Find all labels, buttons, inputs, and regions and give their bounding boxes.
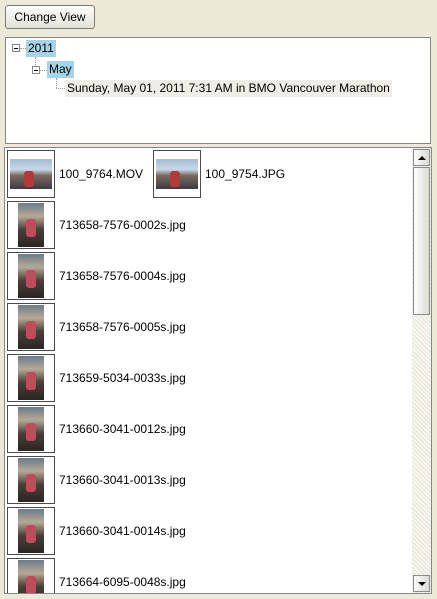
file-rows: 100_9764.MOV 100_9754.JPG 713658-7576-00… xyxy=(5,148,412,593)
photo-thumbnail-icon xyxy=(7,200,55,249)
tree-connector xyxy=(56,78,57,88)
photo-thumbnail-icon xyxy=(7,353,55,402)
list-row: 713660-3041-0012s.jpg xyxy=(5,403,412,454)
media-file-list[interactable]: 100_9764.MOV 100_9754.JPG 713658-7576-00… xyxy=(4,147,432,594)
list-item[interactable]: 713658-7576-0004s.jpg xyxy=(7,250,186,301)
date-tree-view[interactable]: 2011 May Sunday, May 01, 2011 7:31 AM in… xyxy=(5,37,431,144)
arrow-down-icon xyxy=(417,581,426,586)
photo-thumbnail-icon xyxy=(7,302,55,351)
tree-node-month[interactable]: May xyxy=(47,61,74,78)
file-name: 713660-3041-0014s.jpg xyxy=(59,523,186,538)
list-row: 713659-5034-0033s.jpg xyxy=(5,352,412,403)
file-name: 100_9754.JPG xyxy=(205,166,286,181)
list-row: 713658-7576-0004s.jpg xyxy=(5,250,412,301)
collapse-year-icon[interactable] xyxy=(12,44,20,52)
file-name: 713664-6095-0048s.jpg xyxy=(59,574,186,589)
list-row: 713658-7576-0002s.jpg xyxy=(5,199,412,250)
list-row: 713664-6095-0048s.jpg xyxy=(5,556,412,593)
scroll-up-button[interactable] xyxy=(413,149,430,166)
list-item[interactable]: 713664-6095-0048s.jpg xyxy=(7,556,186,593)
scrollbar-thumb[interactable] xyxy=(413,167,430,315)
scroll-down-button[interactable] xyxy=(413,575,430,592)
photo-thumbnail-icon xyxy=(7,251,55,300)
arrow-up-icon xyxy=(417,155,426,160)
file-name: 100_9764.MOV xyxy=(59,166,144,181)
file-name: 713659-5034-0033s.jpg xyxy=(59,370,186,385)
vertical-scrollbar[interactable] xyxy=(412,148,431,593)
list-item[interactable]: 713659-5034-0033s.jpg xyxy=(7,352,186,403)
list-row: 713660-3041-0013s.jpg xyxy=(5,454,412,505)
file-name: 713658-7576-0005s.jpg xyxy=(59,319,186,334)
file-name: 713660-3041-0013s.jpg xyxy=(59,472,186,487)
file-name: 713658-7576-0004s.jpg xyxy=(59,268,186,283)
list-item[interactable]: 713660-3041-0014s.jpg xyxy=(7,505,186,556)
tree-connector xyxy=(56,88,65,89)
file-name: 713658-7576-0002s.jpg xyxy=(59,217,186,232)
list-item[interactable]: 100_9764.MOV xyxy=(7,148,143,199)
tree-node-event[interactable]: Sunday, May 01, 2011 7:31 AM in BMO Vanc… xyxy=(65,80,392,97)
photo-thumbnail-icon xyxy=(153,149,201,198)
tree-connector xyxy=(40,70,47,71)
photo-thumbnail-icon xyxy=(7,557,55,593)
video-thumbnail-icon xyxy=(7,149,55,198)
list-item[interactable]: 713660-3041-0013s.jpg xyxy=(7,454,186,505)
list-item[interactable]: 100_9754.JPG xyxy=(153,148,285,199)
tree-node-year[interactable]: 2011 xyxy=(26,40,56,57)
list-item[interactable]: 713658-7576-0005s.jpg xyxy=(7,301,186,352)
list-row: 713660-3041-0014s.jpg xyxy=(5,505,412,556)
list-item[interactable]: 713660-3041-0012s.jpg xyxy=(7,403,186,454)
photo-thumbnail-icon xyxy=(7,506,55,555)
photo-thumbnail-icon xyxy=(7,455,55,504)
photo-thumbnail-icon xyxy=(7,404,55,453)
file-name: 713660-3041-0012s.jpg xyxy=(59,421,186,436)
list-row: 100_9764.MOV 100_9754.JPG xyxy=(5,148,412,199)
list-item[interactable]: 713658-7576-0002s.jpg xyxy=(7,199,186,250)
collapse-month-icon[interactable] xyxy=(32,66,40,74)
change-view-button[interactable]: Change View xyxy=(5,5,95,29)
list-row: 713658-7576-0005s.jpg xyxy=(5,301,412,352)
